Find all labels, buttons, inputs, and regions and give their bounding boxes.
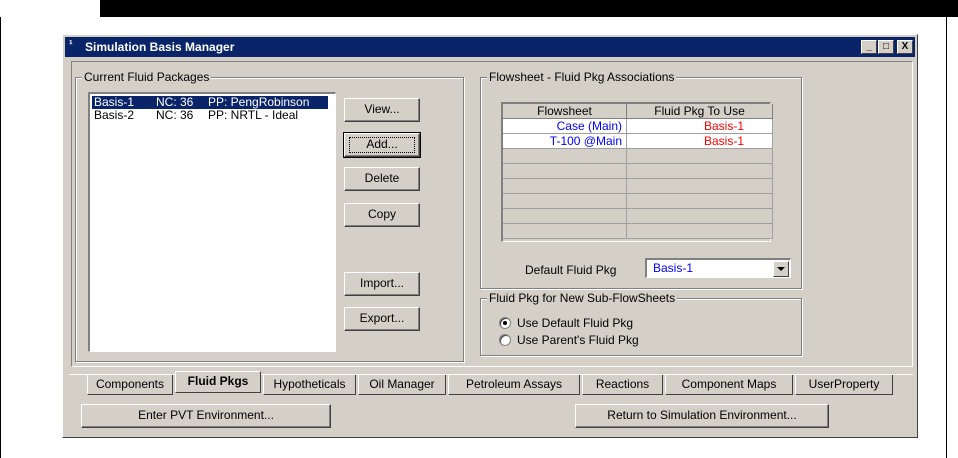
radio-label-use-parent[interactable]: Use Parent's Fluid Pkg [517,333,639,347]
flowsheet-associations-group: Flowsheet - Fluid Pkg Associations Flows… [480,70,802,289]
tab-hypotheticals[interactable]: Hypotheticals [263,375,356,395]
associations-grid[interactable]: Flowsheet Fluid Pkg To Use Case (Main) B… [501,102,773,242]
tab-components[interactable]: Components [87,375,173,395]
frame-left-line [0,17,1,458]
list-item[interactable]: Basis-2 NC: 36 PP: NRTL - Ideal [92,109,328,122]
table-cell-fluid-pkg[interactable]: Basis-1 [627,134,773,149]
group-label-associations: Flowsheet - Fluid Pkg Associations [487,70,677,84]
radio-dot [503,321,507,325]
view-button[interactable]: View... [344,98,420,122]
add-button[interactable]: Add... [343,132,421,158]
maximize-button[interactable]: □ [878,40,894,54]
dropdown-value: Basis-1 [653,261,694,275]
empty-cell [627,209,773,224]
empty-cell [503,179,627,194]
radio-use-parent[interactable] [499,334,511,346]
tab-userproperty[interactable]: UserProperty [795,375,893,395]
return-to-simulation-button[interactable]: Return to Simulation Environment... [575,404,829,428]
empty-cell [503,224,627,239]
export-button[interactable]: Export... [344,307,420,331]
tab-content-panel: Current Fluid Packages Basis-1 NC: 36 PP… [71,61,913,367]
top-bar-notch [0,0,100,17]
minimize-button[interactable]: _ [861,40,877,54]
tab-reactions[interactable]: Reactions [582,375,663,395]
delete-button[interactable]: Delete [344,167,420,191]
tab-petroleum-assays[interactable]: Petroleum Assays [448,375,580,395]
tab-component-maps[interactable]: Component Maps [665,375,793,395]
table-cell-fluid-pkg[interactable]: Basis-1 [627,119,773,134]
empty-cell [627,179,773,194]
empty-cell [503,209,627,224]
window-title: Simulation Basis Manager [85,40,235,54]
close-button[interactable]: X [897,40,913,54]
group-label-new-subflowsheets: Fluid Pkg for New Sub-FlowSheets [487,291,678,305]
radio-use-default[interactable] [499,317,511,329]
tab-oil-manager[interactable]: Oil Manager [358,375,446,395]
empty-cell [503,194,627,209]
frame-right-line [946,17,947,458]
default-fluid-pkg-label: Default Fluid Pkg [525,263,617,277]
column-header-flowsheet[interactable]: Flowsheet [503,104,627,119]
empty-cell [627,164,773,179]
package-pp: PP: NRTL - Ideal [208,108,299,122]
column-header-fluid-pkg[interactable]: Fluid Pkg To Use [627,104,773,119]
empty-cell [627,194,773,209]
empty-cell [627,224,773,239]
package-name: Basis-2 [94,108,135,122]
fluid-package-list[interactable]: Basis-1 NC: 36 PP: PengRobinson Basis-2 … [88,92,336,352]
current-fluid-packages-group: Current Fluid Packages Basis-1 NC: 36 PP… [75,70,464,362]
default-fluid-pkg-dropdown[interactable]: Basis-1 [645,258,791,278]
chevron-down-icon[interactable] [773,261,789,277]
title-bar[interactable]: ¹ Simulation Basis Manager _ □ X [65,37,915,57]
empty-cell [627,149,773,164]
focus-rect [349,137,415,153]
group-label-fluid-packages: Current Fluid Packages [82,70,212,84]
enter-pvt-environment-button[interactable]: Enter PVT Environment... [81,404,331,428]
table-cell-flowsheet[interactable]: Case (Main) [503,119,627,134]
app-icon: ¹ [69,39,73,51]
empty-cell [503,164,627,179]
package-nc: NC: 36 [156,108,194,122]
empty-cell [503,149,627,164]
copy-button[interactable]: Copy [344,203,420,227]
new-subflowsheets-group: Fluid Pkg for New Sub-FlowSheets Use Def… [480,291,802,356]
top-black-bar [0,0,958,17]
radio-label-use-default[interactable]: Use Default Fluid Pkg [517,316,633,330]
table-cell-flowsheet[interactable]: T-100 @Main [503,134,627,149]
tab-fluid-pkgs[interactable]: Fluid Pkgs [175,371,261,393]
simulation-basis-manager-window: ¹ Simulation Basis Manager _ □ X Current… [62,34,918,438]
import-button[interactable]: Import... [344,272,420,296]
